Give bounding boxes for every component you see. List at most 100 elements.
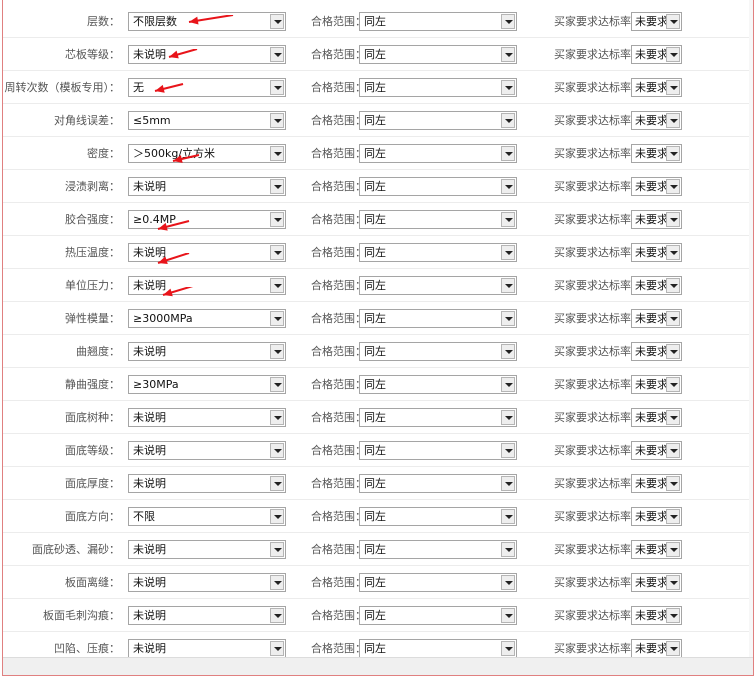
buyer-rate-select[interactable]: 未要求 <box>631 144 682 163</box>
spec-value-select[interactable]: ＞500kg/立方米 <box>128 144 286 163</box>
buyer-rate-select[interactable]: 未要求 <box>631 177 682 196</box>
chevron-down-icon[interactable] <box>270 344 284 359</box>
chevron-down-icon[interactable] <box>270 47 284 62</box>
chevron-down-icon[interactable] <box>666 80 680 95</box>
buyer-rate-select[interactable]: 未要求 <box>631 45 682 64</box>
range-select[interactable]: 同左 <box>359 45 517 64</box>
chevron-down-icon[interactable] <box>270 14 284 29</box>
range-select[interactable]: 同左 <box>359 144 517 163</box>
chevron-down-icon[interactable] <box>270 311 284 326</box>
chevron-down-icon[interactable] <box>270 608 284 623</box>
chevron-down-icon[interactable] <box>501 608 515 623</box>
chevron-down-icon[interactable] <box>666 14 680 29</box>
buyer-rate-select[interactable]: 未要求 <box>631 606 682 625</box>
buyer-rate-select[interactable]: 未要求 <box>631 78 682 97</box>
chevron-down-icon[interactable] <box>501 179 515 194</box>
chevron-down-icon[interactable] <box>270 278 284 293</box>
chevron-down-icon[interactable] <box>666 278 680 293</box>
chevron-down-icon[interactable] <box>666 179 680 194</box>
chevron-down-icon[interactable] <box>666 476 680 491</box>
chevron-down-icon[interactable] <box>666 245 680 260</box>
horizontal-scrollbar[interactable] <box>3 657 753 675</box>
spec-value-select[interactable]: 未说明 <box>128 573 286 592</box>
chevron-down-icon[interactable] <box>270 641 284 656</box>
chevron-down-icon[interactable] <box>501 47 515 62</box>
chevron-down-icon[interactable] <box>501 542 515 557</box>
spec-value-select[interactable]: 不限 <box>128 507 286 526</box>
buyer-rate-select[interactable]: 未要求 <box>631 210 682 229</box>
range-select[interactable]: 同左 <box>359 639 517 658</box>
range-select[interactable]: 同左 <box>359 441 517 460</box>
range-select[interactable]: 同左 <box>359 606 517 625</box>
chevron-down-icon[interactable] <box>501 14 515 29</box>
spec-value-select[interactable]: 未说明 <box>128 408 286 427</box>
range-select[interactable]: 同左 <box>359 210 517 229</box>
range-select[interactable]: 同左 <box>359 309 517 328</box>
range-select[interactable]: 同左 <box>359 111 517 130</box>
buyer-rate-select[interactable]: 未要求 <box>631 507 682 526</box>
range-select[interactable]: 同左 <box>359 375 517 394</box>
buyer-rate-select[interactable]: 未要求 <box>631 540 682 559</box>
chevron-down-icon[interactable] <box>270 113 284 128</box>
buyer-rate-select[interactable]: 未要求 <box>631 243 682 262</box>
chevron-down-icon[interactable] <box>270 575 284 590</box>
buyer-rate-select[interactable]: 未要求 <box>631 639 682 658</box>
spec-value-select[interactable]: 无 <box>128 78 286 97</box>
buyer-rate-select[interactable]: 未要求 <box>631 375 682 394</box>
chevron-down-icon[interactable] <box>501 344 515 359</box>
range-select[interactable]: 同左 <box>359 474 517 493</box>
chevron-down-icon[interactable] <box>270 245 284 260</box>
vertical-scrollbar[interactable] <box>749 0 753 675</box>
range-select[interactable]: 同左 <box>359 573 517 592</box>
range-select[interactable]: 同左 <box>359 408 517 427</box>
chevron-down-icon[interactable] <box>666 212 680 227</box>
range-select[interactable]: 同左 <box>359 276 517 295</box>
chevron-down-icon[interactable] <box>666 377 680 392</box>
buyer-rate-select[interactable]: 未要求 <box>631 111 682 130</box>
buyer-rate-select[interactable]: 未要求 <box>631 474 682 493</box>
buyer-rate-select[interactable]: 未要求 <box>631 441 682 460</box>
spec-value-select[interactable]: 未说明 <box>128 606 286 625</box>
chevron-down-icon[interactable] <box>666 608 680 623</box>
chevron-down-icon[interactable] <box>270 443 284 458</box>
chevron-down-icon[interactable] <box>666 575 680 590</box>
chevron-down-icon[interactable] <box>270 509 284 524</box>
chevron-down-icon[interactable] <box>501 245 515 260</box>
chevron-down-icon[interactable] <box>501 641 515 656</box>
chevron-down-icon[interactable] <box>270 212 284 227</box>
spec-value-select[interactable]: 不限层数 <box>128 12 286 31</box>
buyer-rate-select[interactable]: 未要求 <box>631 342 682 361</box>
chevron-down-icon[interactable] <box>666 146 680 161</box>
chevron-down-icon[interactable] <box>270 179 284 194</box>
buyer-rate-select[interactable]: 未要求 <box>631 408 682 427</box>
buyer-rate-select[interactable]: 未要求 <box>631 276 682 295</box>
chevron-down-icon[interactable] <box>501 410 515 425</box>
chevron-down-icon[interactable] <box>501 443 515 458</box>
range-select[interactable]: 同左 <box>359 540 517 559</box>
chevron-down-icon[interactable] <box>270 146 284 161</box>
spec-value-select[interactable]: ≥30MPa <box>128 375 286 394</box>
buyer-rate-select[interactable]: 未要求 <box>631 573 682 592</box>
range-select[interactable]: 同左 <box>359 78 517 97</box>
chevron-down-icon[interactable] <box>666 641 680 656</box>
range-select[interactable]: 同左 <box>359 342 517 361</box>
spec-value-select[interactable]: ≤5mm <box>128 111 286 130</box>
chevron-down-icon[interactable] <box>270 542 284 557</box>
spec-value-select[interactable]: ≥3000MPa <box>128 309 286 328</box>
chevron-down-icon[interactable] <box>270 80 284 95</box>
chevron-down-icon[interactable] <box>666 542 680 557</box>
range-select[interactable]: 同左 <box>359 177 517 196</box>
chevron-down-icon[interactable] <box>501 377 515 392</box>
chevron-down-icon[interactable] <box>270 410 284 425</box>
chevron-down-icon[interactable] <box>666 311 680 326</box>
chevron-down-icon[interactable] <box>666 410 680 425</box>
chevron-down-icon[interactable] <box>501 575 515 590</box>
chevron-down-icon[interactable] <box>501 509 515 524</box>
chevron-down-icon[interactable] <box>501 113 515 128</box>
chevron-down-icon[interactable] <box>501 80 515 95</box>
chevron-down-icon[interactable] <box>666 344 680 359</box>
chevron-down-icon[interactable] <box>270 476 284 491</box>
range-select[interactable]: 同左 <box>359 12 517 31</box>
chevron-down-icon[interactable] <box>666 47 680 62</box>
spec-value-select[interactable]: 未说明 <box>128 177 286 196</box>
